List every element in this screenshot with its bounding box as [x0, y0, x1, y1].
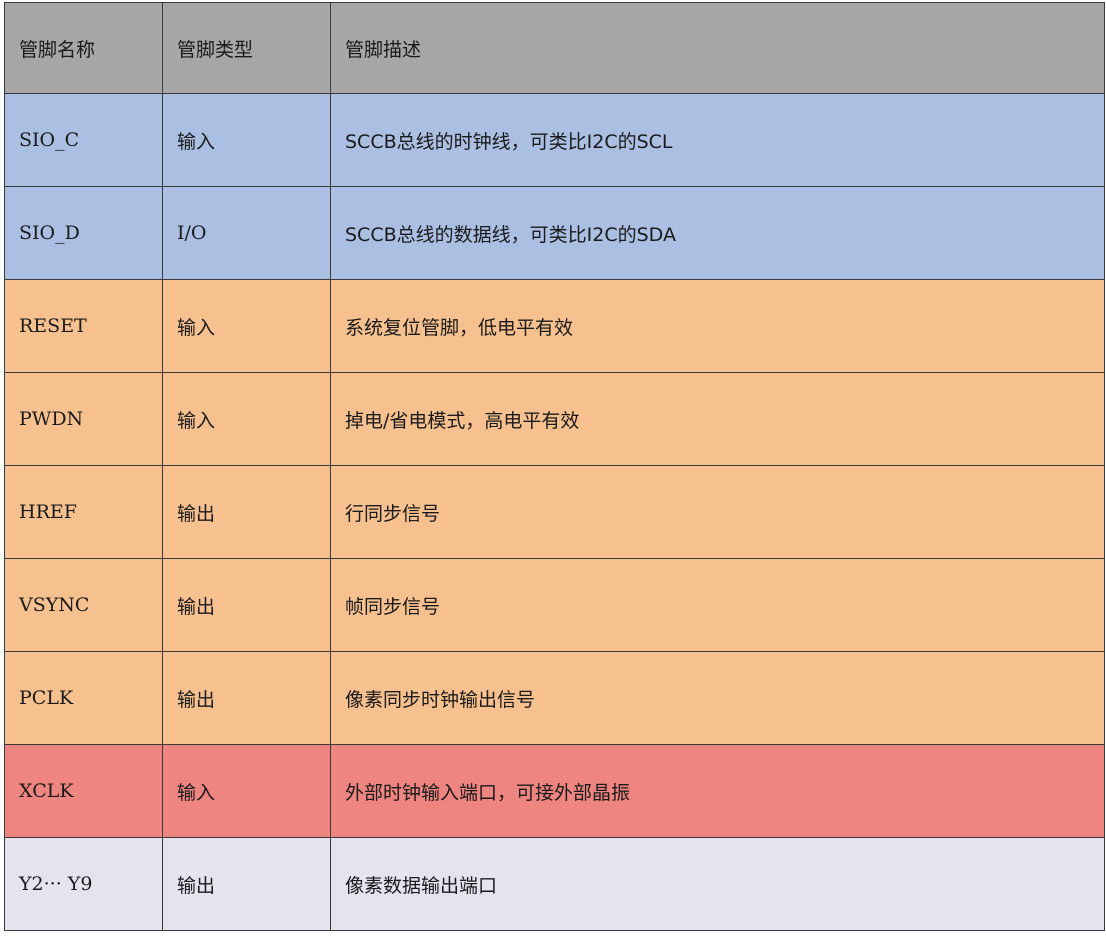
pin-description-cell: 行同步信号: [330, 465, 1105, 559]
pin-name-cell: VSYNC: [4, 558, 163, 652]
header-pin-description: 管脚描述: [330, 2, 1105, 94]
pin-description-cell: 像素同步时钟输出信号: [330, 651, 1105, 745]
pin-name-cell: XCLK: [4, 744, 163, 838]
table-row: VSYNC 输出 帧同步信号: [4, 558, 1105, 652]
pin-type-cell: 输出: [162, 651, 331, 745]
pin-name-cell: RESET: [4, 279, 163, 373]
pin-type-cell: 输入: [162, 279, 331, 373]
table-row: SIO_D I/O SCCB总线的数据线，可类比I2C的SDA: [4, 186, 1105, 280]
pin-name-cell: PCLK: [4, 651, 163, 745]
pin-description-cell: 掉电/省电模式，高电平有效: [330, 372, 1105, 466]
header-row: 管脚名称 管脚类型 管脚描述: [4, 2, 1105, 94]
table-row: RESET 输入 系统复位管脚，低电平有效: [4, 279, 1105, 373]
table-row: XCLK 输入 外部时钟输入端口，可接外部晶振: [4, 744, 1105, 838]
table-row: Y2··· Y9 输出 像素数据输出端口: [4, 837, 1105, 931]
pin-description-cell: SCCB总线的数据线，可类比I2C的SDA: [330, 186, 1105, 280]
header-pin-type: 管脚类型: [162, 2, 331, 94]
pin-type-cell: I/O: [162, 186, 331, 280]
pin-name-cell: SIO_D: [4, 186, 163, 280]
pin-name-cell: SIO_C: [4, 93, 163, 187]
table-header: 管脚名称 管脚类型 管脚描述: [4, 2, 1105, 94]
header-pin-name: 管脚名称: [4, 2, 163, 94]
pin-name-cell: Y2··· Y9: [4, 837, 163, 931]
pin-description-cell: SCCB总线的时钟线，可类比I2C的SCL: [330, 93, 1105, 187]
pin-description-cell: 外部时钟输入端口，可接外部晶振: [330, 744, 1105, 838]
table-row: HREF 输出 行同步信号: [4, 465, 1105, 559]
pin-type-cell: 输出: [162, 465, 331, 559]
table-row: PCLK 输出 像素同步时钟输出信号: [4, 651, 1105, 745]
table-row: SIO_C 输入 SCCB总线的时钟线，可类比I2C的SCL: [4, 93, 1105, 187]
pin-type-cell: 输出: [162, 558, 331, 652]
table-row: PWDN 输入 掉电/省电模式，高电平有效: [4, 372, 1105, 466]
pin-description-cell: 帧同步信号: [330, 558, 1105, 652]
pin-type-cell: 输入: [162, 744, 331, 838]
pin-description-cell: 系统复位管脚，低电平有效: [330, 279, 1105, 373]
pin-type-cell: 输入: [162, 93, 331, 187]
pin-name-cell: PWDN: [4, 372, 163, 466]
pin-description-table: 管脚名称 管脚类型 管脚描述 SIO_C 输入 SCCB总线的时钟线，可类比I2…: [4, 2, 1105, 931]
pin-name-cell: HREF: [4, 465, 163, 559]
pin-type-cell: 输入: [162, 372, 331, 466]
pin-type-cell: 输出: [162, 837, 331, 931]
table-body: SIO_C 输入 SCCB总线的时钟线，可类比I2C的SCL SIO_D I/O…: [4, 93, 1105, 931]
pin-description-cell: 像素数据输出端口: [330, 837, 1105, 931]
